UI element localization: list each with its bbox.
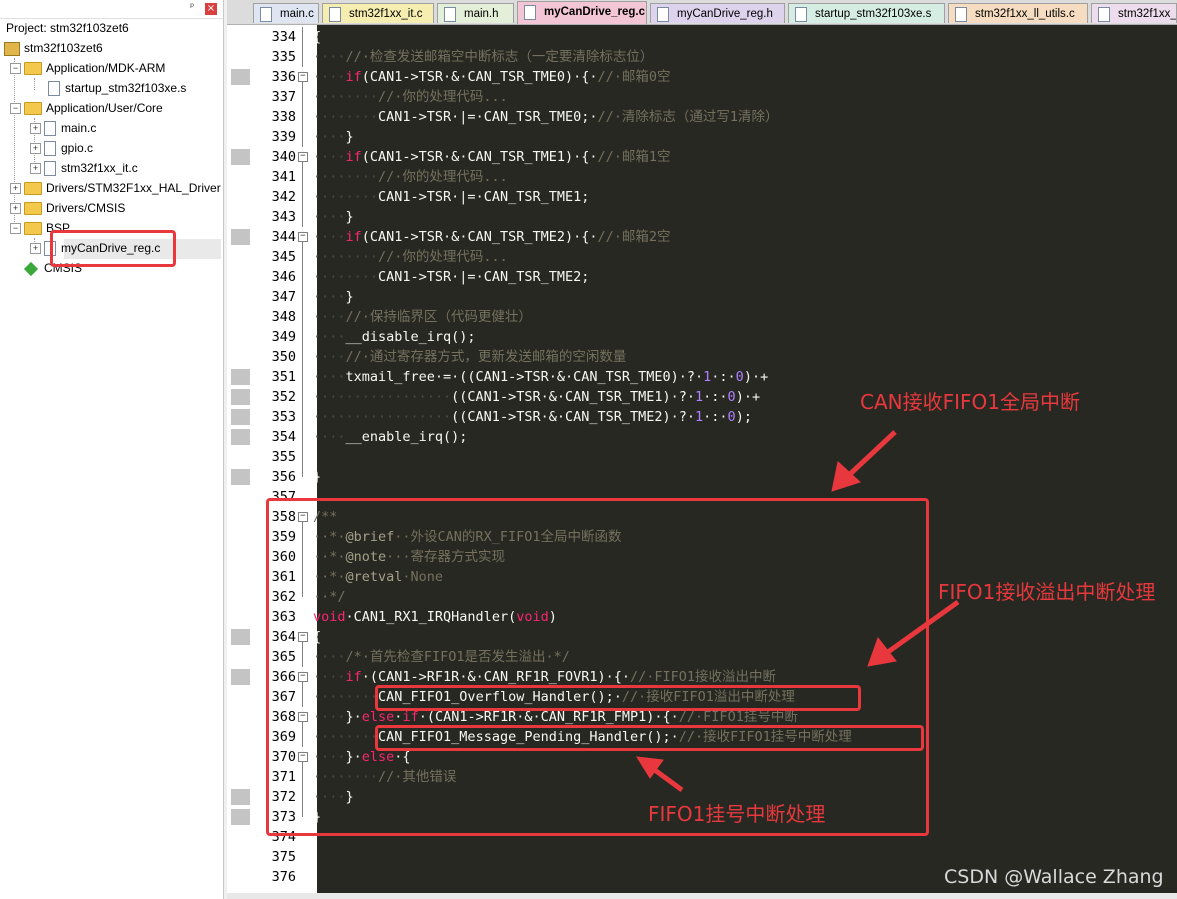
arrow-line [650,765,684,793]
annotation-pending: FIFO1挂号中断处理 [648,802,826,826]
annotation-arrows [636,430,960,793]
annotation-overflow: FIFO1接收溢出中断处理 [938,580,1156,604]
annotation-global-interrupt: CAN接收FIFO1全局中断 [860,390,1080,414]
arrow-line [886,599,960,655]
watermark: CSDN @Wallace Zhang [944,866,1164,888]
arrow-line [846,430,897,478]
